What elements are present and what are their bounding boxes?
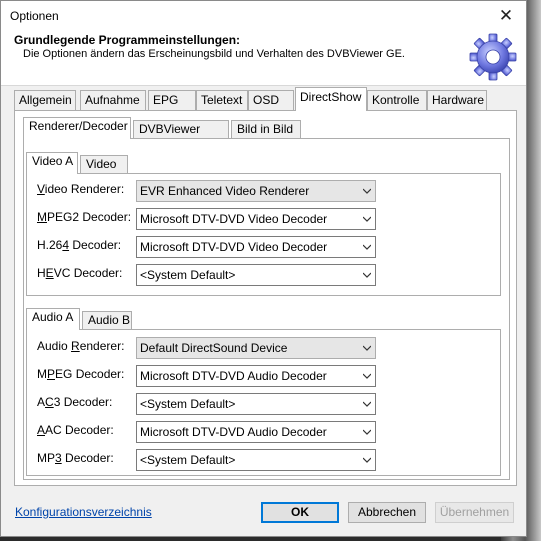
gear-icon (469, 33, 517, 81)
chevron-down-icon (363, 429, 371, 435)
renderer-decoder-panel: Video A Video B Video Renderer: EVR Enha… (23, 138, 510, 480)
mpeg-decoder-dropdown[interactable]: Microsoft DTV-DVD Audio Decoder (136, 365, 376, 387)
mpeg2-decoder-dropdown[interactable]: Microsoft DTV-DVD Video Decoder (136, 208, 376, 230)
ac3-decoder-dropdown[interactable]: <System Default> (136, 393, 376, 415)
chevron-down-icon (363, 216, 371, 222)
tab-video-a[interactable]: Video A (26, 152, 78, 174)
tab-audio-b[interactable]: Audio B (82, 311, 132, 330)
chevron-down-icon (363, 272, 371, 278)
audio-renderer-label: Audio Renderer: (37, 339, 125, 353)
tab-hardware[interactable]: Hardware (427, 90, 487, 110)
directshow-panel: Renderer/Decoder DVBViewer Filter Bild i… (14, 110, 517, 486)
tab-aufnahme[interactable]: Aufnahme (80, 90, 146, 110)
hevc-decoder-dropdown[interactable]: <System Default> (136, 264, 376, 286)
chevron-down-icon (363, 244, 371, 250)
config-directory-link[interactable]: Konfigurationsverzeichnis (15, 505, 152, 519)
mpeg2-decoder-label: MPEG2 Decoder: (37, 210, 132, 224)
dialog-header: Grundlegende Programmeinstellungen: Die … (1, 30, 526, 86)
aac-decoder-label: AAC Decoder: (37, 423, 114, 437)
tab-osd[interactable]: OSD (248, 90, 294, 110)
tab-directshow[interactable]: DirectShow (295, 87, 367, 111)
video-renderer-dropdown[interactable]: EVR Enhanced Video Renderer (136, 180, 376, 202)
mpeg-decoder-label: MPEG Decoder: (37, 367, 125, 381)
chevron-down-icon (363, 401, 371, 407)
h264-decoder-dropdown[interactable]: Microsoft DTV-DVD Video Decoder (136, 236, 376, 258)
mp3-decoder-dropdown[interactable]: <System Default> (136, 449, 376, 471)
tab-allgemein[interactable]: Allgemein (14, 90, 76, 110)
audio-settings-panel: Audio Renderer: Default DirectSound Devi… (26, 329, 501, 476)
chevron-down-icon (363, 188, 371, 194)
apply-button[interactable]: Übernehmen (435, 502, 514, 523)
chevron-down-icon (363, 373, 371, 379)
subtab-renderer-decoder[interactable]: Renderer/Decoder (23, 117, 131, 139)
mp3-decoder-label: MP3 Decoder: (37, 451, 114, 465)
subtab-dvbviewer-filter[interactable]: DVBViewer Filter (133, 120, 229, 153)
title-bar: Optionen ✕ (1, 1, 526, 30)
h264-decoder-label: H.264 Decoder: (37, 238, 122, 252)
ac3-decoder-label: AC3 Decoder: (37, 395, 113, 409)
video-renderer-label: Video Renderer: (37, 182, 125, 196)
tab-epg[interactable]: EPG (148, 90, 196, 110)
tab-audio-a[interactable]: Audio A (26, 308, 80, 330)
header-subtitle: Die Optionen ändern das Erscheinungsbild… (23, 48, 405, 60)
tab-video-b[interactable]: Video B (80, 155, 128, 188)
chevron-down-icon (363, 457, 371, 463)
tab-kontrolle[interactable]: Kontrolle (367, 90, 427, 110)
header-title: Grundlegende Programmeinstellungen: (14, 33, 241, 47)
chevron-down-icon (363, 345, 371, 351)
audio-renderer-dropdown[interactable]: Default DirectSound Device (136, 337, 376, 359)
cancel-button[interactable]: Abbrechen (348, 502, 426, 523)
tab-teletext[interactable]: Teletext (196, 90, 248, 110)
close-button[interactable]: ✕ (496, 6, 516, 26)
window-title: Optionen (10, 9, 59, 23)
video-settings-panel: Video Renderer: EVR Enhanced Video Rende… (26, 173, 501, 296)
ok-button[interactable]: OK (261, 502, 339, 523)
subtab-bild-in-bild[interactable]: Bild in Bild (231, 120, 301, 139)
options-dialog: Optionen ✕ Grundlegende Programmeinstell… (0, 0, 527, 537)
hevc-decoder-label: HEVC Decoder: (37, 266, 123, 280)
aac-decoder-dropdown[interactable]: Microsoft DTV-DVD Audio Decoder (136, 421, 376, 443)
